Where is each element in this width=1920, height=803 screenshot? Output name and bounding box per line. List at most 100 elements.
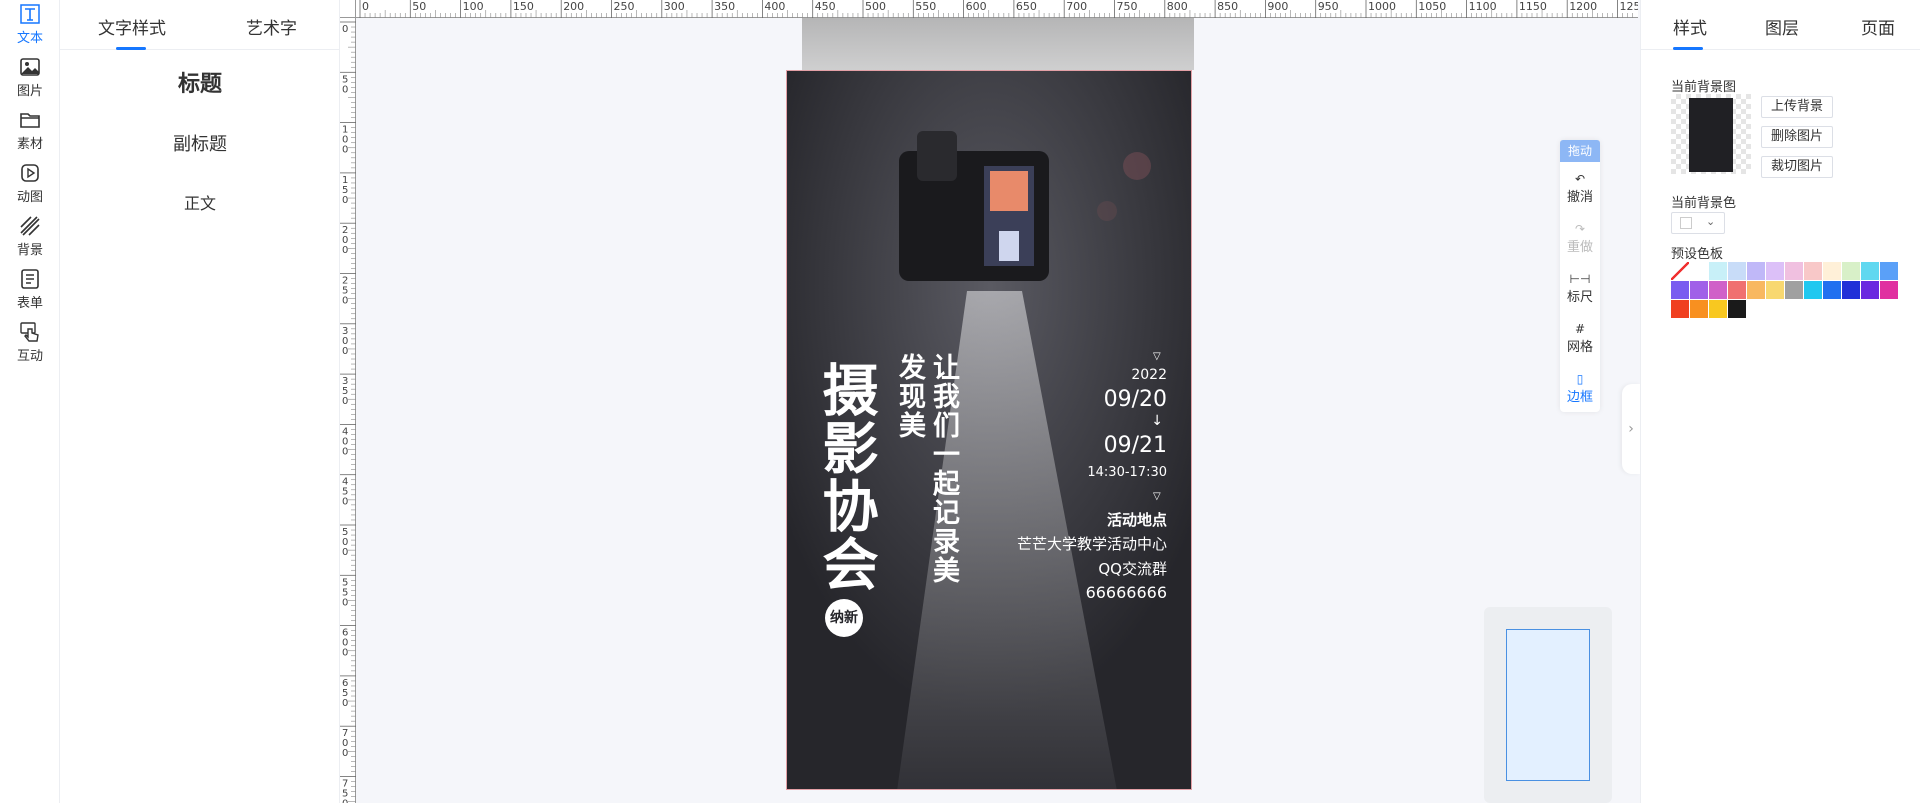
ruler-label: 0 [342,748,348,759]
color-swatch[interactable] [1861,281,1879,299]
color-swatch[interactable] [1785,262,1803,280]
ruler-label: 350 [714,0,735,13]
tab-layers[interactable]: 图层 [1765,14,1799,39]
color-swatch[interactable] [1747,281,1765,299]
bg-image-label: 当前背景图 [1671,80,1737,95]
ruler-label: 800 [1167,0,1188,13]
ruler-label: 850 [1217,0,1238,13]
color-swatch[interactable] [1690,281,1708,299]
rail-item-background[interactable]: 背景 [0,212,60,260]
collapse-panel-button[interactable]: › [1622,384,1640,474]
poster-venue-label[interactable]: 活动地点 [1107,509,1167,530]
poster-main-title[interactable]: 摄影协会 [813,361,878,593]
rail-item-label: 图片 [16,83,43,99]
ruler-icon: ⊢⊣ [1569,272,1591,286]
ruler-label: 0 [342,547,348,558]
tab-art-text[interactable]: 艺术字 [246,14,297,39]
swatch-none[interactable] [1671,262,1689,280]
color-swatch[interactable] [1709,262,1727,280]
rail-item-image[interactable]: 图片 [0,53,60,101]
poster-qq-label[interactable]: QQ交流群 [1098,558,1167,579]
play-icon [21,163,39,182]
preset-body[interactable]: 正文 [60,190,340,214]
canvas-tool-column: 拖动 ↶ 撤消 ↷ 重做 ⊢⊣ 标尺 # 网格 ▯ 边框 [1560,140,1600,412]
rail-item-text[interactable]: 文本 [0,0,60,48]
ruler-label: 0 [342,648,348,659]
grid-icon: # [1574,322,1586,336]
preset-subtitle[interactable]: 副标题 [60,130,340,156]
ruler-label: 0 [362,0,369,13]
color-swatch[interactable] [1823,281,1841,299]
grid-toggle[interactable]: # 网格 [1560,322,1600,355]
rail-item-interaction[interactable]: 互动 [0,318,60,366]
color-swatch[interactable] [1823,262,1841,280]
upload-background-button[interactable]: 上传背景 [1761,96,1833,118]
color-swatch[interactable] [1766,262,1784,280]
color-swatch[interactable] [1861,262,1879,280]
bg-color-picker[interactable]: ⌄ [1671,212,1725,234]
color-swatch[interactable] [1728,300,1746,318]
rail-item-animation[interactable]: 动图 [0,159,60,207]
ruler-label: 450 [815,0,836,13]
color-swatch[interactable] [1728,281,1746,299]
rail-item-label: 素材 [16,136,43,152]
poster-slogan-2[interactable]: 发现美 [894,353,925,440]
text-icon [20,3,40,24]
ruler-label: 900 [1267,0,1288,13]
rail-item-materials[interactable]: 素材 [0,106,60,154]
color-swatch[interactable] [1709,300,1727,318]
ruler-label: 550 [915,0,936,13]
horizontal-ruler: 0 50 100 150 200 250 300 350 400 450 500 550 600 650 7… [356,0,1648,18]
poster-slogan-1[interactable]: 让我们一起记录美 [928,353,959,585]
color-swatch[interactable] [1728,262,1746,280]
ruler-label: 1200 [1569,0,1597,13]
ruler-toggle[interactable]: ⊢⊣ 标尺 [1560,272,1600,305]
poster-end-date[interactable]: 09/21 [1104,433,1167,458]
poster-start-date[interactable]: 09/20 [1104,387,1167,412]
tab-page[interactable]: 页面 [1861,14,1895,39]
rail-item-label: 表单 [16,295,43,311]
ruler-label: 750 [1117,0,1138,13]
preset-title[interactable]: 标题 [60,66,340,98]
ruler-label: 50 [412,0,426,13]
redo-icon: ↷ [1574,222,1586,236]
minimap-viewport[interactable] [1506,629,1590,781]
color-swatch[interactable] [1671,281,1689,299]
delete-image-button[interactable]: 删除图片 [1761,126,1833,148]
color-swatch[interactable] [1766,281,1784,299]
color-swatch[interactable] [1709,281,1727,299]
minimap[interactable] [1484,607,1612,803]
tab-text-style[interactable]: 文字样式 [98,14,166,39]
poster-canvas[interactable]: 摄影协会 纳新 让我们一起记录美 发现美 ▽ 2022 09/20 ↓ 09/2… [786,70,1192,790]
drag-handle[interactable]: 拖动 [1560,140,1600,162]
poster-venue[interactable]: 芒芒大学教学活动中心 [1017,533,1167,554]
color-swatch[interactable] [1804,281,1822,299]
color-swatch[interactable] [1880,262,1898,280]
grid-label: 网格 [1566,340,1593,355]
crop-image-button[interactable]: 裁切图片 [1761,156,1833,178]
rail-item-form[interactable]: 表单 [0,265,60,313]
poster-year[interactable]: 2022 [1131,367,1167,383]
vertical-ruler: 0501001502002503003504004505005506006507… [340,0,356,803]
color-swatch[interactable] [1690,300,1708,318]
border-toggle[interactable]: ▯ 边框 [1560,372,1600,405]
color-swatch[interactable] [1880,281,1898,299]
color-swatch[interactable] [1842,281,1860,299]
hand-icon [20,321,39,342]
redo-button[interactable]: ↷ 重做 [1560,222,1600,255]
undo-button[interactable]: ↶ 撤消 [1560,172,1600,205]
color-swatch[interactable] [1842,262,1860,280]
border-label: 边框 [1566,390,1593,405]
color-swatch[interactable] [1804,262,1822,280]
tab-style[interactable]: 样式 [1673,14,1707,39]
poster-time[interactable]: 14:30-17:30 [1087,465,1167,480]
color-swatch[interactable] [1785,281,1803,299]
color-swatch[interactable] [1671,300,1689,318]
hatch-icon [20,215,40,236]
poster-badge[interactable]: 纳新 [825,599,863,637]
color-swatch[interactable] [1690,262,1708,280]
color-swatch[interactable] [1747,262,1765,280]
image-icon [20,57,40,76]
poster-qq-number[interactable]: 66666666 [1086,583,1167,602]
bg-image-thumbnail[interactable] [1671,94,1751,174]
